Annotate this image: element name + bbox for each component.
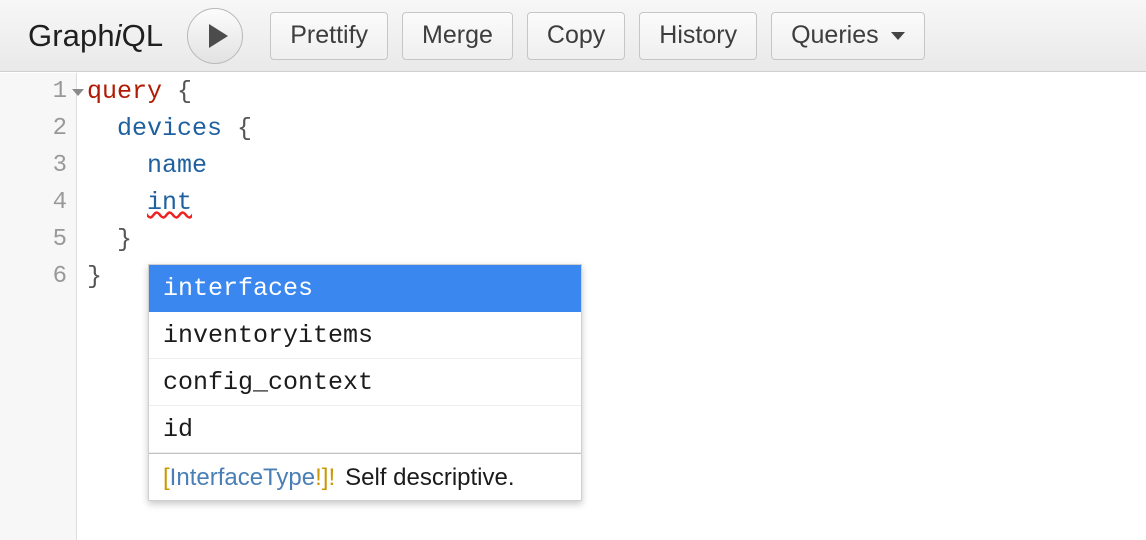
token-field: name <box>147 151 208 180</box>
autocomplete-item-inventoryitems[interactable]: inventoryitems <box>149 312 581 359</box>
line-number: 3 <box>52 152 67 179</box>
app-logo: GraphiQL <box>28 18 163 54</box>
token-punct: } <box>117 225 133 254</box>
field-type-signature: [InterfaceType!]! <box>163 464 335 491</box>
line-number: 5 <box>52 226 67 253</box>
query-editor[interactable]: 1 2 3 4 5 6 query { devices { name int}… <box>0 73 1146 540</box>
merge-button[interactable]: Merge <box>402 11 513 60</box>
type-outer-bang: ! <box>328 464 336 491</box>
execute-query-button[interactable] <box>187 7 244 64</box>
history-button-label: History <box>659 21 738 49</box>
code-line: } <box>78 221 1146 258</box>
gutter-line: 2 <box>0 110 76 147</box>
logo-prefix: Graph <box>28 17 115 53</box>
autocomplete-item-interfaces[interactable]: interfaces <box>149 265 581 312</box>
queries-button[interactable]: Queries <box>771 11 925 60</box>
field-description: Self descriptive. <box>345 464 515 491</box>
chevron-down-icon <box>890 31 905 40</box>
autocomplete-info-footer: [InterfaceType!]! Self descriptive. <box>149 453 581 500</box>
line-number-gutter: 1 2 3 4 5 6 <box>0 73 84 540</box>
queries-button-label: Queries <box>791 21 879 49</box>
logo-suffix: QL <box>121 17 164 53</box>
toolbar: GraphiQL Prettify Merge Copy History Que… <box>0 0 1146 72</box>
type-open-bracket: [ <box>163 464 170 491</box>
gutter-line: 4 <box>0 184 76 221</box>
line-number: 4 <box>52 189 67 216</box>
token-field-invalid: int <box>147 188 193 217</box>
line-number: 1 <box>52 78 67 105</box>
autocomplete-popup: interfaces inventoryitems config_context… <box>148 264 582 501</box>
gutter-line: 5 <box>0 221 76 258</box>
copy-button-label: Copy <box>546 21 606 49</box>
code-line: devices { <box>78 110 1146 147</box>
token-field: devices <box>117 114 223 143</box>
gutter-line: 3 <box>0 147 76 184</box>
gutter-line: 6 <box>0 258 76 295</box>
autocomplete-item-config-context[interactable]: config_context <box>149 359 581 406</box>
type-name: InterfaceType <box>169 464 316 491</box>
token-keyword: query <box>87 77 163 106</box>
gutter-line: 1 <box>0 73 84 110</box>
code-line: query { <box>78 73 1146 110</box>
code-line: int <box>78 184 1146 221</box>
code-line: name <box>78 147 1146 184</box>
merge-button-label: Merge <box>422 21 493 49</box>
prettify-button[interactable]: Prettify <box>270 11 389 60</box>
token-punct: { <box>222 114 253 143</box>
token-punct: { <box>162 77 193 106</box>
token-punct: } <box>87 262 103 291</box>
autocomplete-item-id[interactable]: id <box>149 406 581 453</box>
type-inner-bang: ! <box>315 464 322 491</box>
graphiql-app: GraphiQL Prettify Merge Copy History Que… <box>0 0 1146 540</box>
line-number: 6 <box>52 263 67 290</box>
play-icon <box>208 23 228 48</box>
line-number: 2 <box>52 115 67 142</box>
logo-emphasis: i <box>114 17 122 53</box>
prettify-button-label: Prettify <box>290 21 369 49</box>
history-button[interactable]: History <box>639 11 758 60</box>
copy-button[interactable]: Copy <box>526 11 626 60</box>
